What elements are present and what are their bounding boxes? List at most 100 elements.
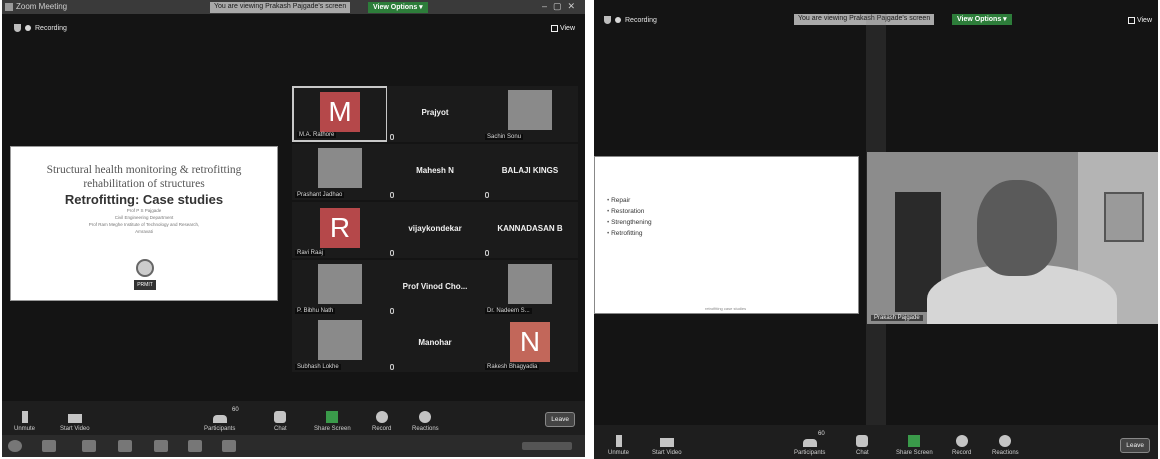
- participant-name: M.A. Rathore: [297, 132, 337, 138]
- participant-tile[interactable]: M M.A. Rathore: [292, 86, 388, 142]
- avatar: R: [320, 208, 360, 248]
- leave-button[interactable]: Leave: [545, 412, 575, 427]
- participant-tile[interactable]: Prof Vinod Cho...: [387, 260, 483, 316]
- participant-name: Rakesh Bhagyadia: [485, 364, 540, 370]
- share-screen-label: Share Screen: [896, 450, 933, 456]
- record-icon: [955, 435, 968, 447]
- participant-name: KANNADASAN B: [497, 224, 563, 233]
- slide-bullet: Retrofitting: [607, 228, 652, 239]
- participant-name: Subhash Lokhe: [295, 364, 341, 370]
- participants-button[interactable]: Participants: [794, 439, 825, 456]
- participant-tile[interactable]: BALAJI KINGS: [482, 144, 578, 200]
- shared-slide: Repair Restoration Strengthening Retrofi…: [594, 156, 859, 314]
- window-controls[interactable]: –▢✕: [542, 1, 581, 12]
- record-dot-icon: [25, 25, 31, 31]
- speaker-video: Prakash Pajgade: [867, 152, 1158, 324]
- chat-bubble-icon: [274, 411, 287, 423]
- left-zoom-window: Zoom Meeting –▢✕ You are viewing Prakash…: [2, 0, 585, 457]
- slide-footer: retrofitting case studies: [705, 306, 747, 311]
- right-zoom-window: Recording You are viewing Prakash Pajgad…: [594, 0, 1158, 459]
- people-icon: [802, 439, 817, 447]
- slide-title-line2: rehabilitation of structures: [83, 178, 205, 190]
- shared-slide: Structural health monitoring & retrofitt…: [10, 146, 278, 301]
- participant-tile[interactable]: Prashant Jadhao: [292, 144, 388, 200]
- participant-tile[interactable]: vijaykondekar: [387, 202, 483, 258]
- participant-tile[interactable]: P. Bibhu Nath: [292, 260, 388, 316]
- participant-tile[interactable]: Dr. Nadeem S...: [482, 260, 578, 316]
- share-screen-button[interactable]: Share Screen: [314, 411, 351, 432]
- taskbar-app-icon[interactable]: [154, 440, 168, 452]
- start-video-button[interactable]: Start Video: [60, 414, 90, 432]
- speaker-head: [977, 180, 1057, 276]
- view-options-button[interactable]: View Options ▾: [952, 14, 1012, 25]
- recording-label: Recording: [625, 16, 657, 24]
- taskbar-app-icon[interactable]: [188, 440, 202, 452]
- window-title: Zoom Meeting: [16, 2, 68, 11]
- muted-mic-icon: [485, 250, 489, 256]
- participant-tile[interactable]: KANNADASAN B: [482, 202, 578, 258]
- taskbar-app-icon[interactable]: [118, 440, 132, 452]
- muted-mic-icon: [485, 192, 489, 198]
- record-label: Record: [952, 450, 972, 456]
- unmute-label: Unmute: [14, 426, 36, 432]
- shield-icon: [14, 24, 21, 32]
- system-tray[interactable]: [522, 442, 572, 450]
- reactions-button[interactable]: Reactions: [992, 435, 1019, 456]
- reactions-label: Reactions: [412, 426, 439, 432]
- shield-icon: [604, 16, 611, 24]
- unmute-button[interactable]: Unmute: [608, 435, 629, 456]
- muted-mic-icon: [390, 250, 394, 256]
- unmute-label: Unmute: [608, 450, 630, 456]
- participants-count: 60: [232, 407, 239, 413]
- participant-video: [508, 264, 552, 304]
- participant-name: Prajyot: [421, 108, 449, 117]
- muted-mic-icon: [390, 364, 394, 370]
- slide-bullet: Strengthening: [607, 217, 651, 228]
- view-options-button[interactable]: View Options ▾: [368, 2, 428, 13]
- record-button[interactable]: Record: [372, 411, 391, 432]
- chat-bubble-icon: [856, 435, 869, 447]
- institute-logo-badge: PRMIT: [134, 280, 156, 290]
- share-banner: You are viewing Prakash Pajgade's screen: [794, 14, 935, 25]
- participant-tile[interactable]: Sachin Sonu: [482, 86, 578, 142]
- meeting-toolbar: Unmute Start Video Participants 60 Chat …: [2, 401, 585, 435]
- view-button[interactable]: View: [550, 25, 575, 32]
- record-button[interactable]: Record: [952, 435, 971, 456]
- emoji-icon: [419, 411, 432, 423]
- unmute-button[interactable]: Unmute: [14, 411, 35, 432]
- participants-button[interactable]: Participants: [204, 415, 235, 432]
- start-video-button[interactable]: Start Video: [652, 438, 682, 456]
- participant-tile[interactable]: R Ravi Raaj: [292, 202, 388, 258]
- chat-button[interactable]: Chat: [274, 411, 287, 432]
- slide-main-title: Retrofitting: Case studies: [64, 192, 224, 207]
- taskbar-app-icon[interactable]: [82, 440, 96, 452]
- leave-button[interactable]: Leave: [1120, 438, 1150, 453]
- speaker-name: Prakash Pajgade: [871, 315, 923, 321]
- recording-indicator: Recording: [604, 16, 657, 24]
- taskbar-app-icon[interactable]: [222, 440, 236, 452]
- view-label: View: [1136, 17, 1152, 24]
- participant-tile[interactable]: Prajyot: [387, 86, 483, 142]
- grid-view-icon: [550, 25, 558, 32]
- participant-name: Sachin Sonu: [485, 134, 524, 140]
- chat-button[interactable]: Chat: [856, 435, 869, 456]
- wall-frame: [1104, 192, 1144, 242]
- taskbar-app-icon[interactable]: [42, 440, 56, 452]
- muted-mic-icon: [390, 134, 394, 140]
- view-button[interactable]: View: [1127, 17, 1152, 24]
- participant-name: P. Bibhu Nath: [295, 308, 336, 314]
- participant-tile[interactable]: Mahesh N: [387, 144, 483, 200]
- participant-name: vijaykondekar: [408, 224, 462, 233]
- share-screen-button[interactable]: Share Screen: [896, 435, 933, 456]
- start-icon[interactable]: [8, 440, 22, 452]
- start-video-label: Start Video: [652, 450, 682, 456]
- participant-tile[interactable]: N Rakesh Bhagyadia: [482, 316, 578, 372]
- grid-view-icon: [1127, 17, 1135, 24]
- slide-bullet-list: Repair Restoration Strengthening Retrofi…: [607, 195, 652, 239]
- reactions-button[interactable]: Reactions: [412, 411, 439, 432]
- participant-name: Dr. Nadeem S...: [485, 308, 532, 314]
- participants-label: Participants: [204, 426, 236, 432]
- participant-tile[interactable]: Manohar: [387, 316, 483, 372]
- slide-author: Prof P S Pajgade: [126, 208, 162, 213]
- participant-tile[interactable]: Subhash Lokhe: [292, 316, 388, 372]
